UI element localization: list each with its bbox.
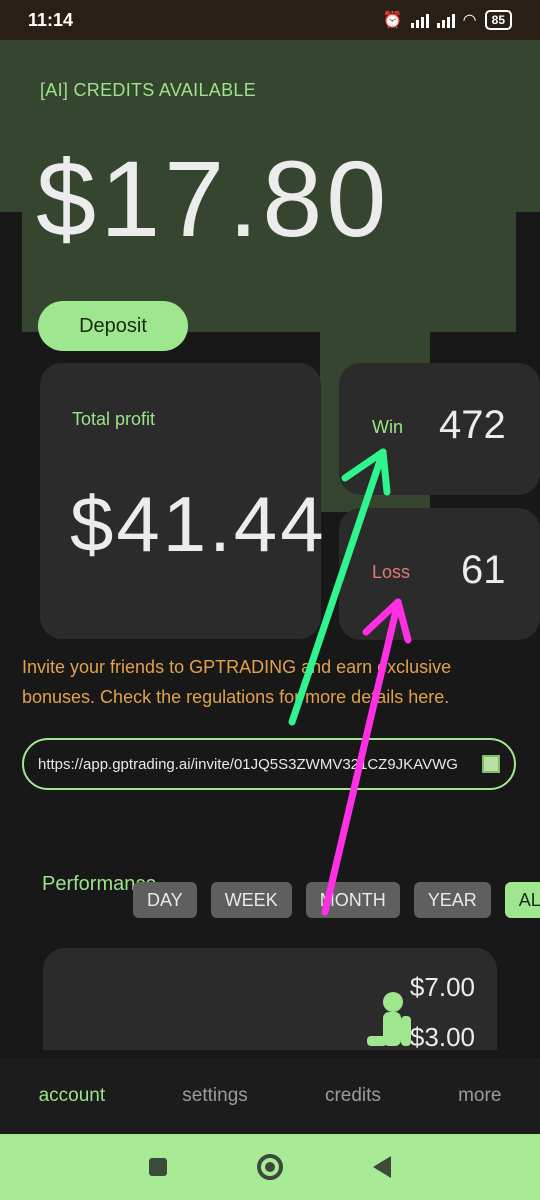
tab-year[interactable]: YEAR (413, 882, 491, 918)
tab-day[interactable]: DAY (133, 882, 197, 918)
win-card: Win 472 (339, 363, 540, 495)
credits-amount: $17.80 (36, 138, 391, 259)
nav-more[interactable]: more (458, 1085, 501, 1107)
back-icon[interactable] (373, 1156, 391, 1178)
invite-link-field[interactable]: https://app.gptrading.ai/invite/01JQ5S3Z… (22, 738, 516, 790)
nav-account[interactable]: account (39, 1085, 106, 1107)
loss-card: Loss 61 (339, 508, 540, 640)
total-profit-label: Total profit (72, 409, 156, 429)
period-tabs: DAY WEEK MONTH YEAR ALL (133, 882, 540, 918)
battery-icon: 85 (484, 10, 512, 30)
loss-label: Loss (372, 562, 411, 582)
mascot-icon (367, 992, 411, 1046)
home-icon[interactable] (257, 1154, 283, 1180)
signal-icon-2 (436, 12, 455, 28)
system-nav-bar (0, 1134, 540, 1200)
win-value: 472 (439, 403, 506, 447)
status-icons: ⏰ ◠ 85 (383, 10, 512, 30)
wifi-icon: ◠ (462, 12, 477, 29)
invite-url[interactable]: https://app.gptrading.ai/invite/01JQ5S3Z… (38, 756, 478, 773)
chart-label-top: $7.00 (409, 972, 475, 1002)
performance-label: Performance (42, 873, 157, 895)
copy-icon[interactable] (482, 755, 500, 773)
status-bar: 11:14 ⏰ ◠ 85 (0, 0, 540, 40)
loss-value: 61 (461, 548, 506, 592)
tab-month[interactable]: MONTH (305, 882, 400, 918)
nav-credits[interactable]: credits (325, 1085, 381, 1107)
tab-week[interactable]: WEEK (210, 882, 292, 918)
performance-chart: $7.00 $3.00 (43, 948, 497, 1052)
app-screen: 11:14 ⏰ ◠ 85 [AI] CREDITS AVAILABLE $17.… (0, 0, 540, 1200)
credits-label: [AI] CREDITS AVAILABLE (40, 80, 257, 100)
alarm-off-icon: ⏰ (382, 12, 403, 29)
total-profit-card: Total profit $41.44 (40, 363, 324, 639)
deposit-button[interactable]: Deposit (40, 303, 186, 349)
status-time: 11:14 (28, 9, 74, 30)
total-profit-value: $41.44 (70, 480, 327, 568)
win-label: Win (372, 417, 403, 437)
tab-all[interactable]: ALL (504, 882, 540, 918)
nav-settings[interactable]: settings (182, 1085, 247, 1107)
invite-text-link[interactable]: Invite your friends to GPTRADING and ear… (22, 652, 492, 712)
signal-icon (410, 12, 429, 28)
recents-icon[interactable] (149, 1158, 167, 1176)
chart-label-bottom: $3.00 (409, 1022, 475, 1052)
bottom-nav: account settings credits more (0, 1058, 540, 1134)
